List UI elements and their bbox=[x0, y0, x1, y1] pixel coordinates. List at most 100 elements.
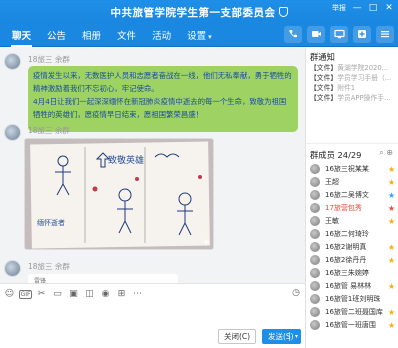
image-icon[interactable]: ▣ bbox=[67, 288, 80, 300]
notice-item[interactable]: 【文件】附件1 bbox=[310, 83, 397, 93]
member-name: 16旅管 易林林 bbox=[325, 282, 372, 290]
member-item[interactable]: 16旅管 易林林 ★ bbox=[310, 280, 398, 293]
member-name: 王超 bbox=[325, 178, 339, 186]
member-name: 16旅二吴博文 bbox=[325, 191, 369, 199]
member-name: 16旅2徐丹丹 bbox=[325, 256, 367, 264]
avatar bbox=[310, 320, 320, 330]
tab-album[interactable]: 相册 bbox=[74, 28, 109, 47]
tab-announcements[interactable]: 公告 bbox=[39, 28, 74, 47]
close-window-button[interactable]: ✕ bbox=[384, 3, 394, 13]
avatar bbox=[310, 164, 320, 174]
share-screen-icon[interactable] bbox=[330, 26, 348, 43]
message-preview[interactable]: 雷锋 bbox=[28, 274, 178, 283]
toolbar-icons bbox=[284, 26, 394, 43]
input-toolbar: ☺ GIF ✂ ▭ ▣ ◫ ◉ ⊞ ⋯ bbox=[3, 288, 144, 300]
tab-chat[interactable]: 聊天 bbox=[4, 28, 39, 47]
minimize-button[interactable]: — bbox=[352, 3, 362, 13]
chat-message: 18旅三 余群 bbox=[4, 124, 70, 143]
drawing-caption-2: 缅怀逝者 bbox=[37, 218, 65, 227]
notice-text: 学员APP操作手... bbox=[337, 94, 391, 102]
chat-message: 18旅三 余群 bbox=[4, 260, 70, 279]
scissors-icon[interactable]: ✂ bbox=[35, 288, 48, 300]
member-item[interactable]: 16旅2徐丹丹 ★ bbox=[310, 254, 398, 267]
notice-tag: 【文件】 bbox=[310, 74, 338, 82]
expand-image-icon[interactable]: + bbox=[202, 238, 210, 248]
avatar bbox=[310, 242, 320, 252]
notice-item[interactable]: 【文件】学员APP操作手... bbox=[310, 93, 397, 103]
more-icon[interactable]: ⋯ bbox=[131, 288, 144, 300]
folder-icon[interactable]: ▭ bbox=[51, 288, 64, 300]
mic-icon[interactable]: ◉ bbox=[99, 288, 112, 300]
tab-album-label: 相册 bbox=[82, 31, 102, 42]
group-sidebar: 群通知 【文件】黄湖学院2020... 【文件】学员学习手册（... 【文件】附… bbox=[305, 47, 398, 348]
avatar[interactable] bbox=[4, 53, 21, 70]
notice-tag: 【文件】 bbox=[310, 94, 338, 102]
report-button[interactable]: 举报 bbox=[332, 3, 346, 13]
video-icon[interactable] bbox=[307, 26, 325, 43]
title-bar: 中共旅管学院学生第一支部委员会 举报 — □ ✕ bbox=[0, 0, 398, 22]
tab-activities-label: 活动 bbox=[152, 31, 172, 42]
member-item[interactable]: 王敏 ★ bbox=[310, 215, 398, 228]
gif-icon[interactable]: GIF bbox=[19, 289, 32, 299]
member-name: 16旅2谢明真 bbox=[325, 243, 367, 251]
maximize-button[interactable]: □ bbox=[368, 3, 378, 13]
members-title: 群成员 24/29 bbox=[310, 150, 362, 160]
member-item[interactable]: 16旅二何琦玲 bbox=[310, 228, 398, 241]
member-name: 16旅管1班刘明珠 bbox=[325, 295, 381, 303]
message-image[interactable]: 致敬英雄 缅怀逝者 + bbox=[24, 138, 214, 250]
sender-name: 18旅三 余群 bbox=[28, 125, 70, 136]
smile-icon[interactable]: ☺ bbox=[3, 288, 16, 300]
sender-name-text: 18旅三 余群 bbox=[28, 126, 70, 135]
member-item[interactable]: 16旅二吴博文 ★ bbox=[310, 189, 398, 202]
avatar bbox=[310, 203, 320, 213]
member-item[interactable]: 16旅三朱婉婷 bbox=[310, 267, 398, 280]
member-item[interactable]: 16旅2谢明真 ★ bbox=[310, 241, 398, 254]
tab-files[interactable]: 文件 bbox=[109, 28, 144, 47]
avatar bbox=[310, 255, 320, 265]
notice-item[interactable]: 【文件】学员学习手册（... bbox=[310, 73, 397, 83]
avatar bbox=[310, 229, 320, 239]
apps-icon[interactable]: ⊞ bbox=[115, 288, 128, 300]
member-item[interactable]: 王超 ★ bbox=[310, 176, 398, 189]
input-area[interactable]: ☺ GIF ✂ ▭ ▣ ◫ ◉ ⊞ ⋯ ◷ 关闭(C) 发送(S) ▾ bbox=[0, 283, 305, 348]
member-item[interactable]: 16旅管一班唐围 ★ bbox=[310, 319, 398, 332]
history-icon[interactable]: ◷ bbox=[292, 288, 300, 298]
avatar[interactable] bbox=[4, 124, 21, 141]
tab-files-label: 文件 bbox=[117, 31, 137, 42]
sender-name-text: 18旅三 余群 bbox=[28, 55, 70, 64]
chat-message: 18旅三 余群 疫情发生以来，无数医护人员和志愿者奋战在一线，他们无私奉献，勇于… bbox=[4, 53, 298, 132]
shake-icon[interactable]: ◫ bbox=[83, 288, 96, 300]
tab-bar: 聊天 公告 相册 文件 活动 设置 ▾ bbox=[0, 22, 398, 47]
member-name: 16旅三朱婉婷 bbox=[325, 269, 369, 277]
notice-text: 附件1 bbox=[337, 84, 356, 92]
sender-name: 18旅三 余群 bbox=[28, 54, 70, 65]
chat-area[interactable]: 18旅三 余群 疫情发生以来，无数医护人员和志愿者奋战在一线，他们无私奉献，勇于… bbox=[0, 47, 305, 283]
more-icon[interactable] bbox=[376, 26, 394, 43]
members-tools[interactable]: ⌕ ⊕ bbox=[379, 148, 393, 158]
avatar bbox=[310, 177, 320, 187]
tab-settings[interactable]: 设置 ▾ bbox=[179, 28, 220, 47]
member-name: 16旅管一班唐围 bbox=[325, 321, 376, 329]
notice-title: 群通知 bbox=[310, 52, 335, 62]
member-item[interactable]: 16旅管1班刘明珠 bbox=[310, 293, 398, 306]
member-item[interactable]: 16旅三祝某某 ★ bbox=[310, 163, 398, 176]
tab-activities[interactable]: 活动 bbox=[144, 28, 179, 47]
sender-name-text: 18旅三 余群 bbox=[28, 262, 70, 271]
add-app-icon[interactable] bbox=[353, 26, 371, 43]
chevron-down-icon: ▾ bbox=[208, 33, 212, 41]
message-paragraph: 疫情发生以来，无数医护人员和志愿者奋战在一线，他们无私奉献，勇于牺牲的精神激励着… bbox=[33, 71, 292, 93]
member-item[interactable]: 16旅管二班聂国库 ★ bbox=[310, 306, 398, 319]
send-button[interactable]: 发送(S) ▾ bbox=[262, 329, 301, 344]
drawing-image: 致敬英雄 缅怀逝者 bbox=[25, 139, 213, 249]
avatar bbox=[310, 281, 320, 291]
notice-item[interactable]: 【文件】黄湖学院2020... bbox=[310, 63, 397, 73]
chevron-down-icon[interactable]: ▾ bbox=[295, 329, 298, 344]
close-button[interactable]: 关闭(C) bbox=[218, 329, 256, 344]
send-separator bbox=[289, 332, 290, 341]
notice-text: 学员学习手册（... bbox=[337, 74, 392, 82]
message-bubble[interactable]: 疫情发生以来，无数医护人员和志愿者奋战在一线，他们无私奉献，勇于牺牲的精神激励着… bbox=[28, 66, 298, 132]
member-item[interactable]: 17旅营包秀 ★ bbox=[310, 202, 398, 215]
window-title-text: 中共旅管学院学生第一支部委员会 bbox=[110, 7, 276, 19]
phone-icon[interactable] bbox=[284, 26, 302, 43]
avatar[interactable] bbox=[4, 260, 21, 277]
